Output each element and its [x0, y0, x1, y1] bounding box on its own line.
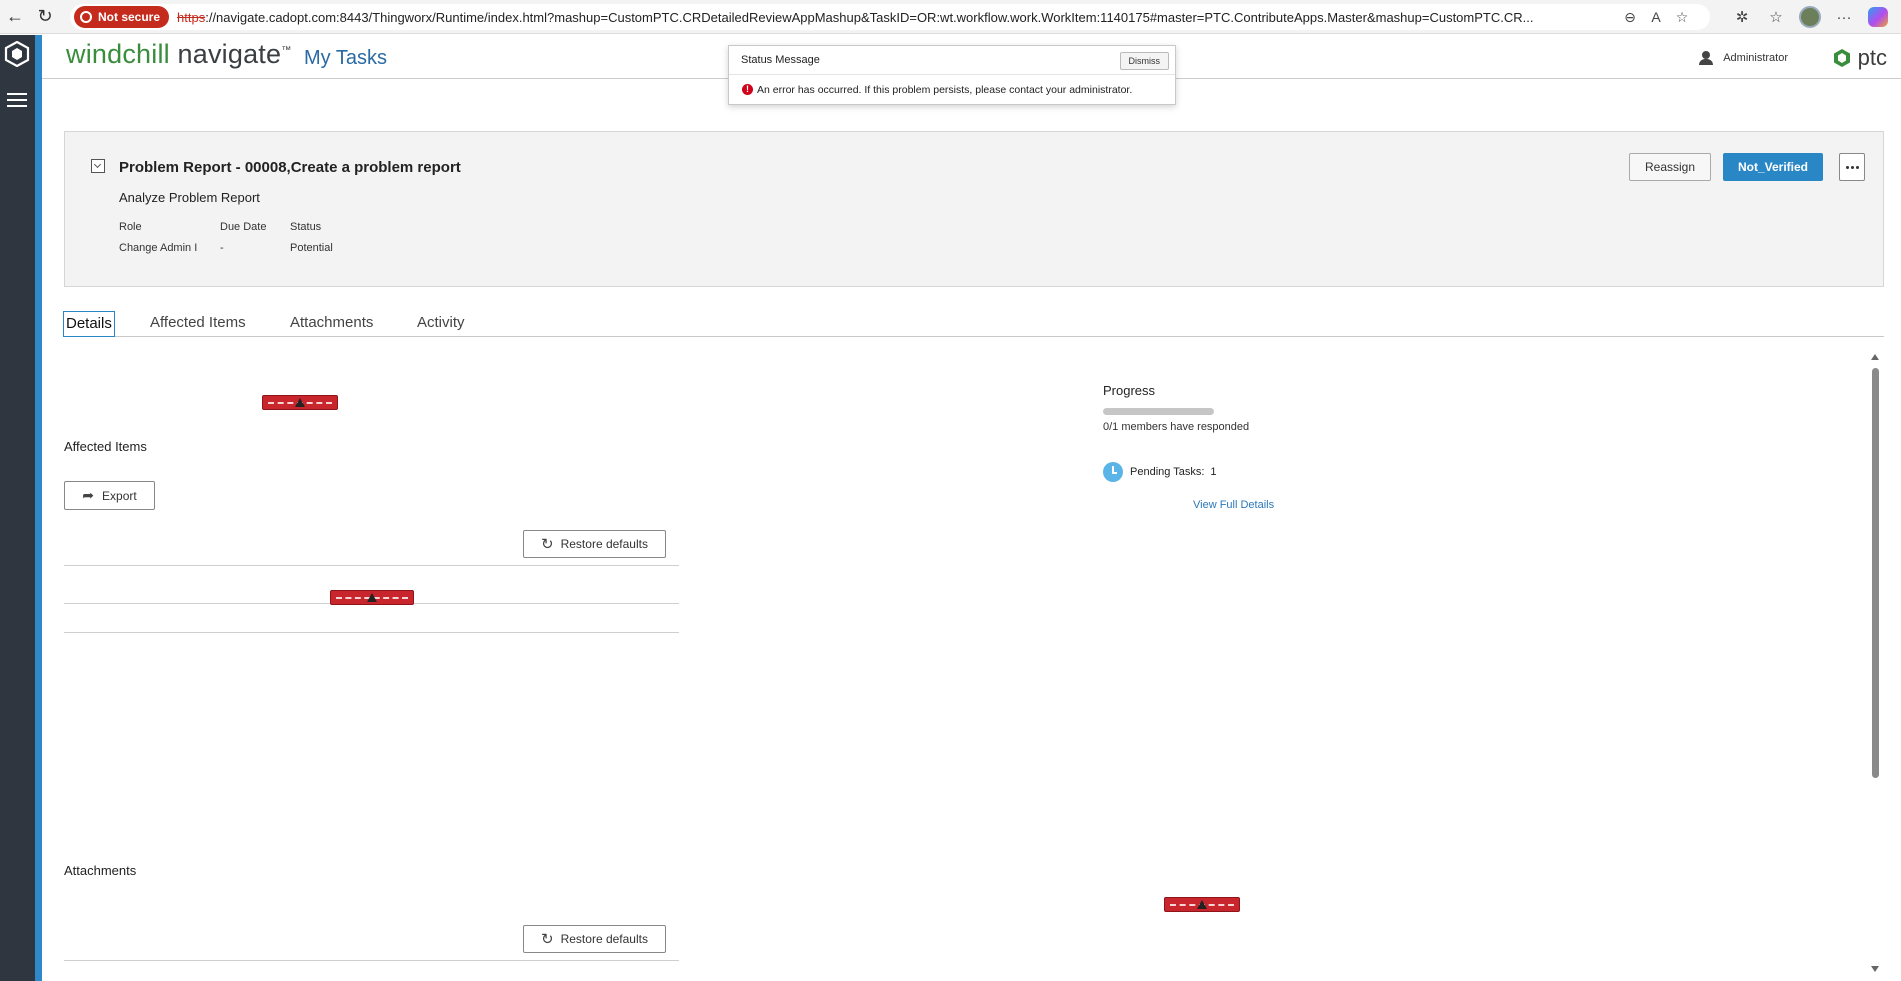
back-icon[interactable]: ← — [0, 2, 30, 32]
pending-label: Pending Tasks: — [1130, 466, 1205, 478]
url-scheme: https — [177, 9, 206, 25]
url-path: ://navigate.cadopt.com:8443/Thingworx/Ru… — [205, 9, 1534, 25]
role-header: Role — [119, 221, 142, 233]
status-message-toast: Status Message Dismiss ! An error has oc… — [728, 45, 1176, 105]
ptc-logo: ptc — [1832, 45, 1887, 71]
user-menu[interactable]: Administrator — [1699, 51, 1788, 65]
warning-icon — [80, 11, 92, 23]
status-text: An error has occurred. If this problem p… — [757, 84, 1133, 96]
zoom-icon[interactable]: ⊖ — [1617, 4, 1643, 30]
app-logo-icon[interactable] — [4, 41, 30, 67]
attachments-error-icon — [1164, 897, 1240, 912]
rail-accent — [35, 35, 42, 981]
table-error-icon — [330, 590, 414, 605]
tab-bar: Details Affected Items Attachments Activ… — [63, 309, 1884, 337]
status-header: Status — [290, 221, 322, 233]
dismiss-button[interactable]: Dismiss — [1119, 52, 1169, 70]
status-value: Potential — [290, 242, 333, 254]
extensions-icon[interactable]: ✲ — [1727, 4, 1757, 30]
view-full-details-link[interactable]: View Full Details — [1193, 499, 1274, 511]
restore-defaults-button[interactable]: ↻ Restore defaults — [523, 530, 666, 558]
refresh-icon: ↻ — [541, 536, 554, 553]
favorite-star-icon[interactable]: ☆ — [1669, 4, 1695, 30]
affected-items-heading: Affected Items — [64, 439, 147, 454]
brand-primary: windchill — [66, 39, 170, 69]
brand-secondary: navigate — [177, 39, 282, 69]
collapse-icon[interactable] — [91, 159, 105, 173]
ptc-wordmark: ptc — [1857, 45, 1887, 70]
export-label: Export — [102, 488, 137, 503]
favorites-icon[interactable]: ☆ — [1761, 4, 1791, 30]
task-subtitle: Analyze Problem Report — [119, 190, 260, 205]
not-secure-badge[interactable]: Not secure — [74, 6, 170, 28]
scroll-down-icon[interactable] — [1871, 966, 1879, 972]
error-icon: ! — [742, 84, 753, 95]
role-value: Change Admin I — [119, 242, 198, 254]
task-header-panel: Problem Report - 00008,Create a problem … — [64, 131, 1884, 287]
brand-logo[interactable]: windchill navigate™ — [66, 39, 291, 70]
tab-attachments[interactable]: Attachments — [290, 311, 373, 337]
browser-toolbar: ← ↻ Not secure https://navigate.cadopt.c… — [0, 0, 1901, 34]
due-date-header: Due Date — [220, 221, 267, 233]
browser-menu-icon[interactable]: ··· — [1829, 4, 1859, 30]
table-bottom-line — [64, 632, 679, 633]
left-rail — [0, 35, 35, 981]
table-header-line — [64, 565, 679, 566]
restore-label: Restore defaults — [560, 932, 648, 946]
progress-heading: Progress — [1103, 383, 1156, 398]
page-title: My Tasks — [304, 47, 387, 69]
progress-bar — [1103, 408, 1214, 415]
not-secure-label: Not secure — [98, 10, 161, 24]
profile-avatar[interactable] — [1795, 4, 1825, 30]
restore-defaults-button-attachments[interactable]: ↻ Restore defaults — [523, 925, 666, 953]
reassign-button[interactable]: Reassign — [1629, 153, 1711, 181]
divider — [729, 74, 1175, 75]
user-icon — [1699, 51, 1714, 65]
export-button[interactable]: ➦ Export — [64, 481, 155, 510]
scroll-up-icon[interactable] — [1871, 354, 1879, 360]
pending-tasks: Pending Tasks: 1 — [1130, 466, 1217, 478]
scrollbar-thumb[interactable] — [1872, 368, 1879, 778]
pending-count: 1 — [1210, 466, 1217, 478]
hamburger-menu-icon[interactable] — [7, 93, 27, 109]
share-arrow-icon: ➦ — [82, 487, 95, 503]
copilot-icon[interactable] — [1863, 4, 1893, 30]
user-name: Administrator — [1723, 52, 1788, 64]
ptc-mark-icon — [1833, 49, 1850, 67]
attachments-table-line — [64, 960, 679, 961]
reload-icon[interactable]: ↻ — [30, 2, 60, 32]
address-bar[interactable]: Not secure https://navigate.cadopt.com:8… — [70, 4, 1710, 30]
read-aloud-icon[interactable]: A — [1643, 4, 1669, 30]
task-title: Problem Report - 00008,Create a problem … — [119, 159, 461, 176]
clock-icon — [1103, 462, 1123, 482]
url-text[interactable]: https://navigate.cadopt.com:8443/Thingwo… — [177, 10, 1617, 25]
brand-trademark: ™ — [281, 45, 292, 56]
widget-error-icon — [262, 395, 338, 410]
refresh-icon: ↻ — [541, 931, 554, 948]
restore-label: Restore defaults — [560, 537, 648, 551]
more-actions-icon[interactable] — [1839, 153, 1865, 181]
tab-affected-items[interactable]: Affected Items — [150, 311, 246, 337]
tab-details[interactable]: Details — [63, 311, 115, 337]
progress-text: 0/1 members have responded — [1103, 421, 1250, 433]
tab-activity[interactable]: Activity — [417, 311, 465, 337]
not-verified-button[interactable]: Not_Verified — [1723, 153, 1823, 181]
attachments-heading: Attachments — [64, 863, 137, 878]
due-date-value: - — [220, 242, 224, 254]
status-title: Status Message — [741, 54, 820, 66]
